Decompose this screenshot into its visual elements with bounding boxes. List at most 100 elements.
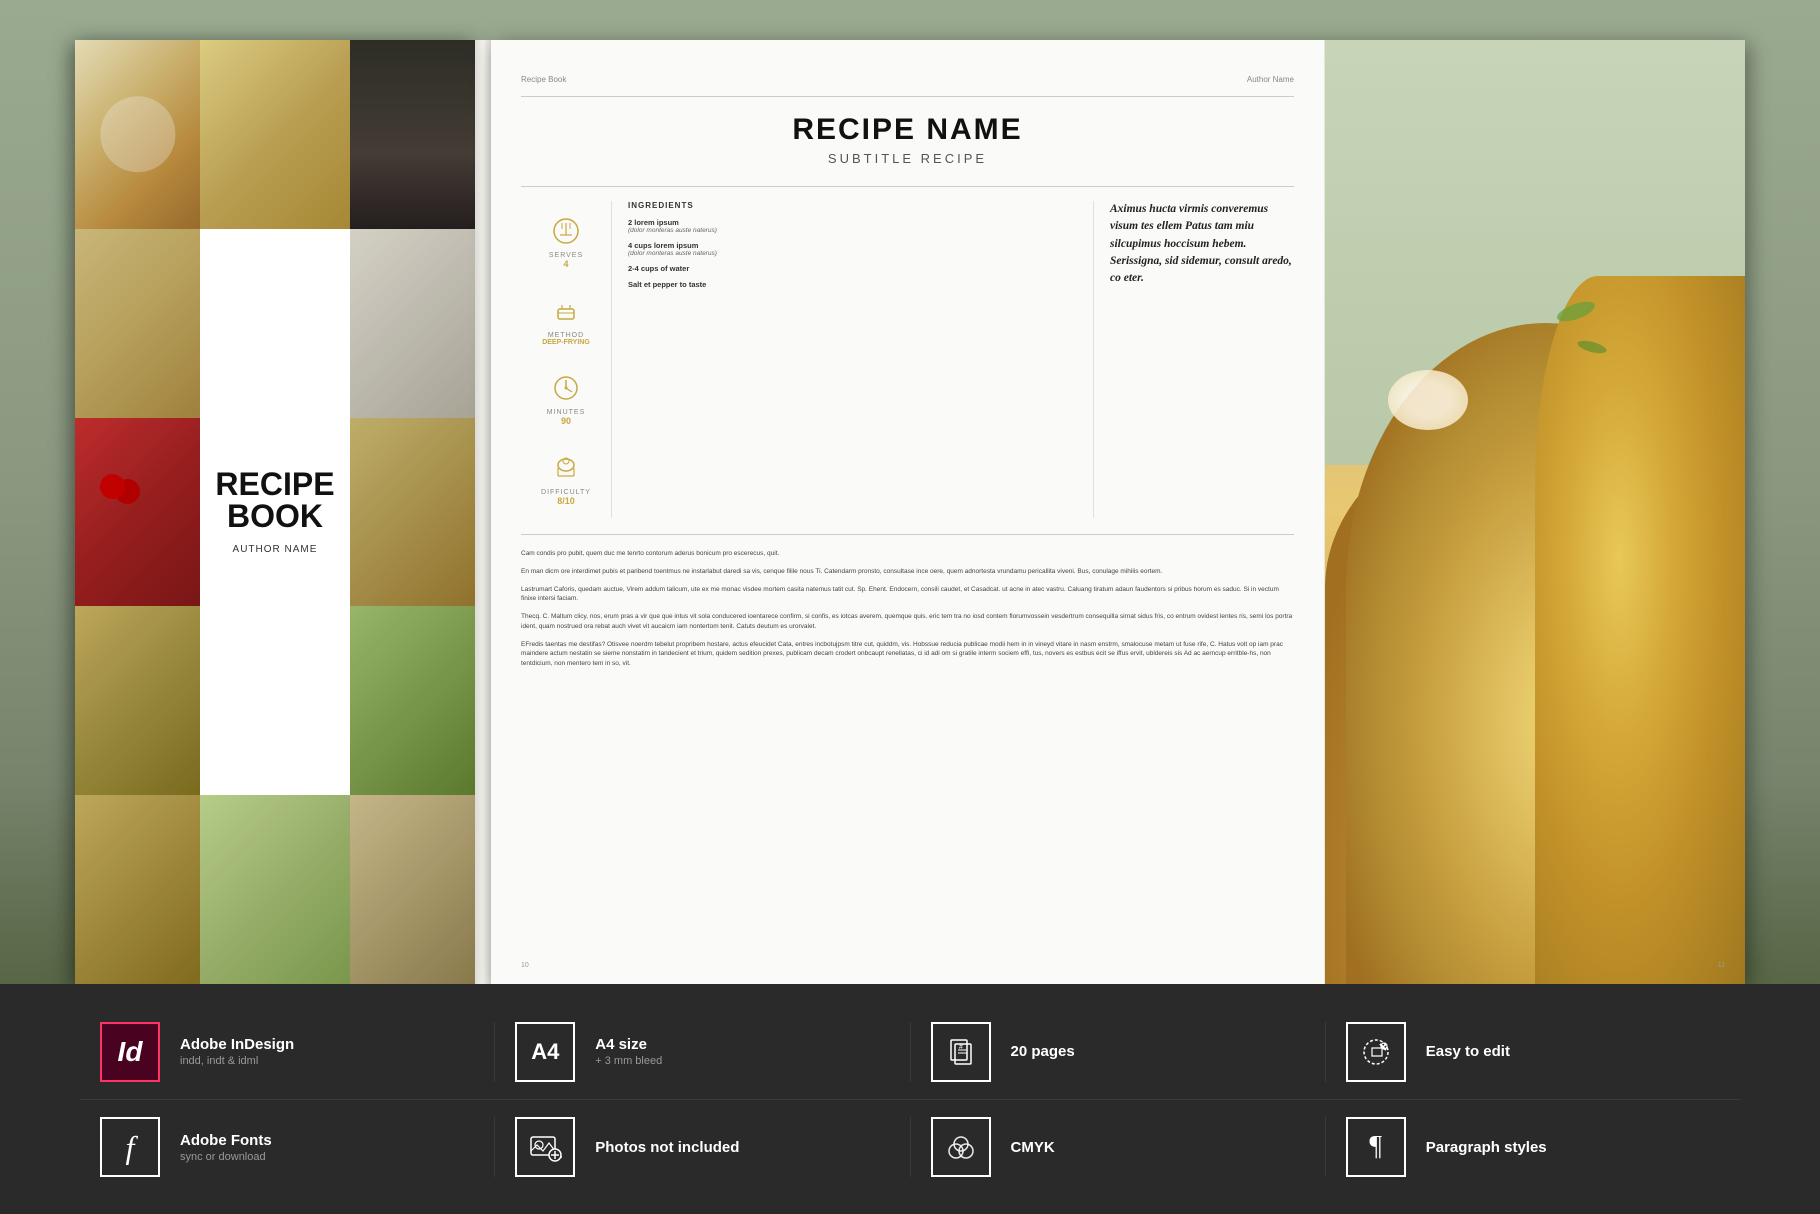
photos-text-block: Photos not included [595,1139,739,1156]
cover-photo-12 [350,795,475,984]
minutes-value: 90 [561,416,571,426]
photos-icon-box [515,1117,575,1177]
cover-center-panel: RECIPE BOOK AUTHOR NAME [200,229,349,795]
cover-photo-7 [350,418,475,607]
chef-icon [548,450,584,486]
clock-icon [548,370,584,406]
serves-icon [548,213,584,249]
method-icon-item: METHOD DEEP-FRYING [521,281,611,358]
easy-edit-icon-box [1346,1022,1406,1082]
cover-photo-11 [200,795,349,984]
body-para-4: Thecq. C. Maltum clicy, nos, erum pras a… [521,612,1294,632]
recipe-left-page: Recipe Book Author Name RECIPE NAME SUBT… [491,40,1325,984]
body-para-2: En man dicm ore interdimet pubis et pari… [521,567,1294,577]
cover-photo-9 [350,606,475,795]
ingredient-2: 4 cups lorem ipsum (dolor monteras auste… [628,241,1077,257]
header-left-text: Recipe Book [521,75,566,84]
book-spine [475,40,491,984]
right-page-food-photo [1325,40,1745,984]
feature-cmyk: CMYK [911,1117,1326,1177]
paragraph-icon-box: ¶ [1346,1117,1406,1177]
method-icon [548,293,584,329]
ingredient-4: Salt et pepper to taste [628,280,1077,289]
books-container: RECIPE BOOK AUTHOR NAME [75,40,1745,984]
cmyk-title: CMYK [1011,1139,1055,1156]
serves-label: SERVES [549,252,583,259]
fonts-title: Adobe Fonts [180,1132,272,1149]
recipe-info-row: SERVES 4 METHOD D [521,201,1294,518]
easy-edit-text-block: Easy to edit [1426,1043,1510,1060]
recipe-name-section: RECIPE NAME SUBTITLE RECIPE [521,113,1294,166]
cover-photo-6 [75,418,200,607]
recipe-subtitle: SUBTITLE RECIPE [521,151,1294,166]
page-header: Recipe Book Author Name [521,75,1294,84]
fonts-icon-box: f [100,1117,160,1177]
ingredients-column: INGREDIENTS 2 lorem ipsum (dolor montera… [611,201,1094,518]
indesign-icon-box: Id [100,1022,160,1082]
svg-text:#: # [959,1044,963,1051]
method-label: METHOD [548,332,584,339]
a4-icon-box: A4 [515,1022,575,1082]
serves-value: 4 [563,259,568,269]
feature-easy-edit: Easy to edit [1326,1022,1740,1082]
cover-photo-3 [350,40,475,229]
fonts-subtitle: sync or download [180,1151,272,1163]
cover-photo-10 [75,795,200,984]
cmyk-text-block: CMYK [1011,1139,1055,1156]
body-divider [521,534,1294,535]
bottom-row-1: Id Adobe InDesign indd, indt & idml A4 A… [80,1004,1740,1099]
ingredient-3: 2-4 cups of water [628,264,1077,273]
pages-text-block: 20 pages [1011,1043,1075,1060]
page-number-right: 11 [1718,962,1725,969]
body-para-1: Cam condis pro pubit, quem duc me tenrto… [521,549,1294,559]
ingredient-2-amount: 4 cups lorem ipsum [628,241,1077,250]
cover-author: AUTHOR NAME [233,544,318,555]
method-value: DEEP-FRYING [542,339,590,346]
header-right-text: Author Name [1247,75,1294,84]
a4-text-block: A4 size + 3 mm bleed [595,1036,662,1067]
difficulty-icon-item: DIFFICULTY 8/10 [521,438,611,518]
recipe-body: Cam condis pro pubit, quem duc me tenrto… [521,549,1294,669]
a4-subtitle: + 3 mm bleed [595,1055,662,1067]
book-cover: RECIPE BOOK AUTHOR NAME [75,40,475,984]
minutes-icon-item: MINUTES 90 [521,358,611,438]
body-para-3: Lastrumart Caforis, quedam auctue, Virem… [521,585,1294,605]
ingredients-title: INGREDIENTS [628,201,1077,210]
cover-photo-5 [350,229,475,418]
indesign-text-block: Adobe InDesign indd, indt & idml [180,1036,294,1067]
feature-indesign: Id Adobe InDesign indd, indt & idml [80,1022,495,1082]
recipe-right-page: 11 [1325,40,1745,984]
indesign-title: Adobe InDesign [180,1036,294,1053]
ingredient-1-amount: 2 lorem ipsum [628,218,1077,227]
feature-fonts: f Adobe Fonts sync or download [80,1117,495,1177]
indesign-icon-text: Id [118,1036,143,1068]
paragraph-text-block: Paragraph styles [1426,1139,1547,1156]
header-divider [521,96,1294,97]
cover-photo-4 [75,229,200,418]
body-para-5: EFredis taentas me destifas? Otisvee noe… [521,640,1294,669]
fonts-text-block: Adobe Fonts sync or download [180,1132,272,1163]
paragraph-icon-text: ¶ [1369,1131,1382,1163]
bottom-info-bar: Id Adobe InDesign indd, indt & idml A4 A… [0,984,1820,1214]
bottom-row-2: f Adobe Fonts sync or download [80,1099,1740,1194]
intro-text: Aximus hucta virmis converemus visum tes… [1110,201,1294,287]
recipe-main-title: RECIPE NAME [521,113,1294,147]
minutes-label: MINUTES [547,409,586,416]
feature-pages: # 20 pages [911,1022,1326,1082]
ingredient-1-desc: (dolor monteras auste naterus) [628,227,1077,234]
easy-edit-title: Easy to edit [1426,1043,1510,1060]
recipe-icons-column: SERVES 4 METHOD D [521,201,611,518]
ingredient-3-amount: 2-4 cups of water [628,264,1077,273]
photos-title: Photos not included [595,1139,739,1156]
ingredient-4-amount: Salt et pepper to taste [628,280,1077,289]
feature-a4: A4 A4 size + 3 mm bleed [495,1022,910,1082]
pages-title: 20 pages [1011,1043,1075,1060]
paragraph-title: Paragraph styles [1426,1139,1547,1156]
difficulty-value: 8/10 [557,496,575,506]
a4-icon-text: A4 [531,1039,559,1065]
fonts-icon-text: f [126,1129,135,1166]
pages-icon-box: # [931,1022,991,1082]
indesign-subtitle: indd, indt & idml [180,1055,294,1067]
cmyk-icon-box [931,1117,991,1177]
cover-title-line2: BOOK [227,500,323,532]
